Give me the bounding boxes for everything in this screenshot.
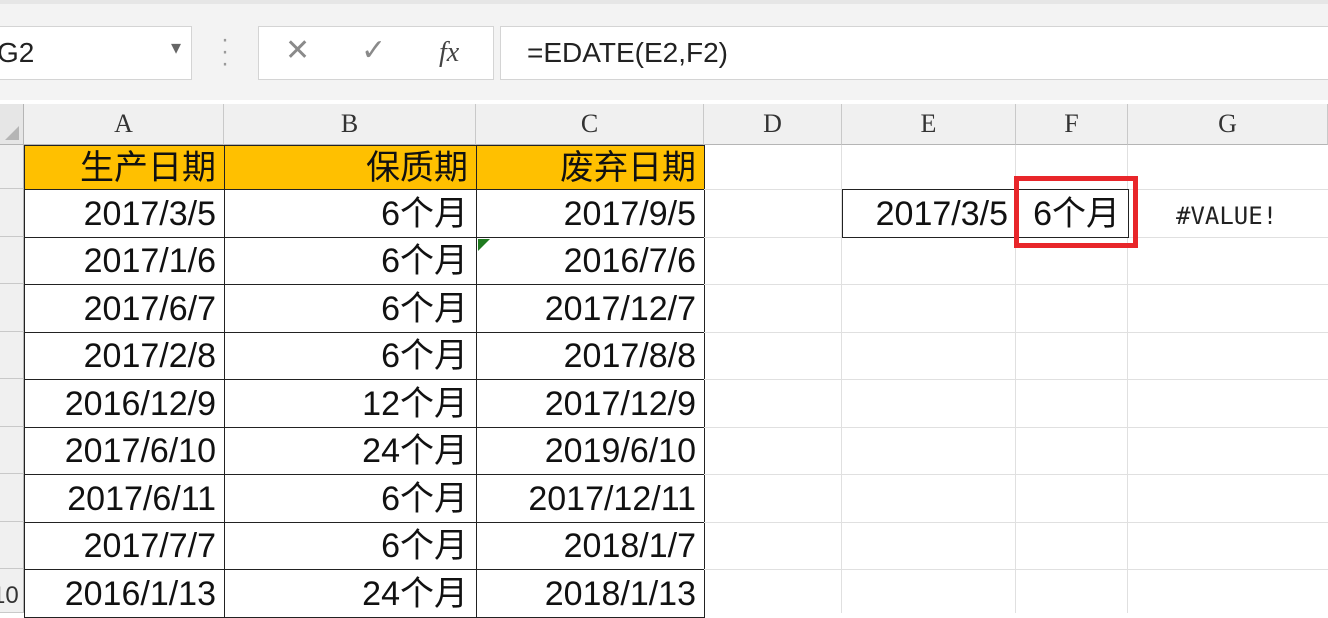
table-cell[interactable]: 24个月 <box>224 427 477 475</box>
row-header[interactable] <box>0 237 24 284</box>
table-cell[interactable]: 6个月 <box>224 474 477 523</box>
table-cell[interactable]: 2017/12/7 <box>476 284 705 333</box>
column-header-a[interactable]: A <box>24 104 224 145</box>
table-cell[interactable]: 2019/6/10 <box>476 427 705 475</box>
header-cell-production-date[interactable]: 生产日期 <box>24 145 225 190</box>
table-cell[interactable]: 2016/12/9 <box>24 379 225 428</box>
table-cell[interactable]: 2017/9/5 <box>476 189 705 238</box>
gridline <box>704 427 1328 428</box>
column-header-f[interactable]: F <box>1016 104 1128 145</box>
table-cell[interactable]: 2017/6/11 <box>24 474 225 523</box>
table-cell[interactable]: 2018/1/7 <box>476 522 705 570</box>
table-cell[interactable]: 12个月 <box>224 379 477 428</box>
row-header[interactable]: 10 <box>0 569 24 613</box>
table-cell[interactable]: 6个月 <box>224 284 477 333</box>
table-cell[interactable]: 6个月 <box>224 189 477 238</box>
table-cell[interactable]: 6个月 <box>224 332 477 380</box>
gridline <box>704 379 1328 380</box>
cell-g2-error[interactable]: #VALUE! <box>1176 202 1277 230</box>
cell-e2[interactable]: 2017/3/5 <box>842 189 1017 238</box>
column-header-e[interactable]: E <box>842 104 1016 145</box>
table-cell[interactable]: 24个月 <box>224 569 477 618</box>
row-header[interactable] <box>0 332 24 379</box>
row-header[interactable] <box>0 427 24 474</box>
table-cell[interactable]: 2017/8/8 <box>476 332 705 380</box>
row-header[interactable] <box>0 145 24 189</box>
table-cell[interactable]: 2017/12/9 <box>476 379 705 428</box>
column-header-d[interactable]: D <box>704 104 842 145</box>
select-all-triangle-icon <box>5 126 19 140</box>
column-header-b[interactable]: B <box>224 104 476 145</box>
column-header-c[interactable]: C <box>476 104 704 145</box>
error-indicator-icon[interactable] <box>478 239 490 251</box>
table-cell[interactable]: 2016/7/6 <box>476 237 705 285</box>
select-all-corner[interactable] <box>0 104 24 145</box>
worksheet-grid[interactable]: A B C D E F G 10 生产日期 保质期 废弃日期 2017/3/5 … <box>0 0 1328 618</box>
table-cell[interactable]: 2018/1/13 <box>476 569 705 618</box>
table-cell[interactable]: 2017/12/11 <box>476 474 705 523</box>
highlight-box <box>1014 176 1138 248</box>
gridline <box>704 522 1328 523</box>
table-cell[interactable]: 6个月 <box>224 522 477 570</box>
table-cell[interactable]: 2017/1/6 <box>24 237 225 285</box>
row-number: 10 <box>0 582 19 609</box>
header-cell-discard-date[interactable]: 废弃日期 <box>476 145 705 190</box>
table-cell[interactable]: 2016/1/13 <box>24 569 225 618</box>
gridline <box>704 474 1328 475</box>
row-header[interactable] <box>0 284 24 332</box>
table-cell[interactable]: 2017/6/10 <box>24 427 225 475</box>
table-cell[interactable]: 6个月 <box>224 237 477 285</box>
gridline <box>704 332 1328 333</box>
table-cell[interactable]: 2017/2/8 <box>24 332 225 380</box>
row-header[interactable] <box>0 522 24 569</box>
row-header[interactable] <box>0 379 24 427</box>
column-header-g[interactable]: G <box>1128 104 1328 145</box>
header-cell-shelf-life[interactable]: 保质期 <box>224 145 477 190</box>
table-cell[interactable]: 2017/7/7 <box>24 522 225 570</box>
table-cell[interactable]: 2017/3/5 <box>24 189 225 238</box>
row-header[interactable] <box>0 474 24 522</box>
row-header[interactable] <box>0 189 24 237</box>
gridline <box>704 284 1328 285</box>
gridline <box>704 569 1328 570</box>
table-cell[interactable]: 2017/6/7 <box>24 284 225 333</box>
